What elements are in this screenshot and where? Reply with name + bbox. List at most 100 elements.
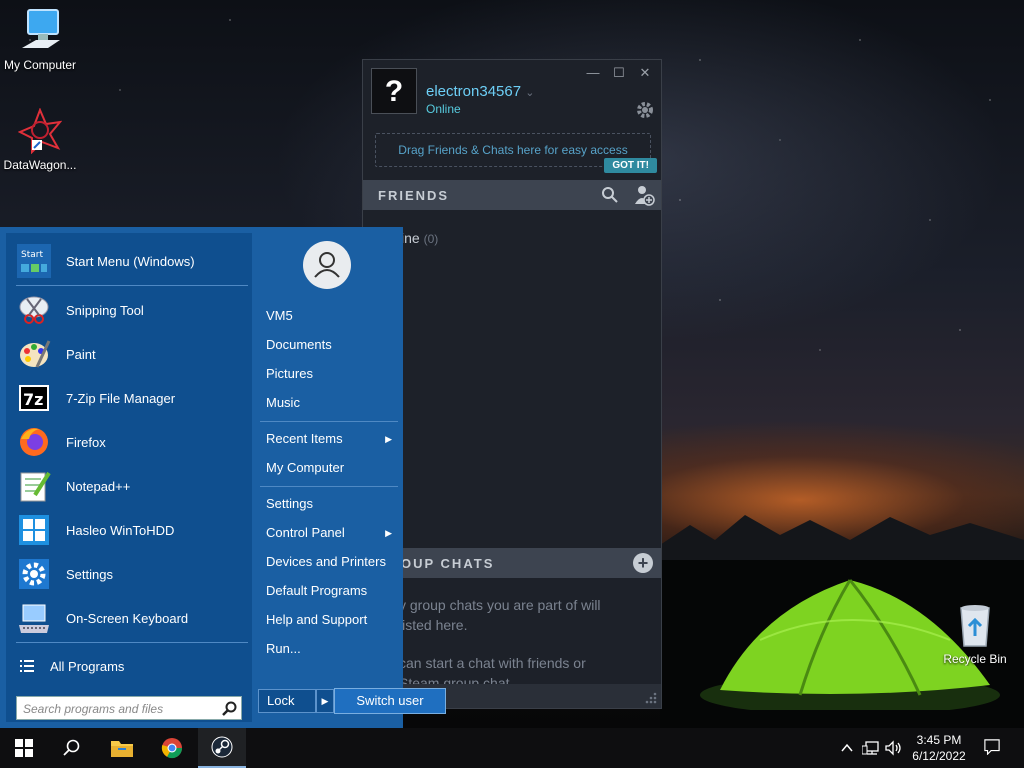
scissors-icon bbox=[16, 292, 52, 328]
avatar[interactable]: ? bbox=[371, 68, 417, 114]
desktop-icon-label: DataWagon... bbox=[3, 158, 77, 172]
gear-icon[interactable] bbox=[635, 100, 655, 120]
start-link-help-support[interactable]: Help and Support bbox=[266, 608, 396, 632]
friends-header-label: FRIENDS bbox=[378, 188, 450, 203]
7zip-icon: 7z bbox=[16, 380, 52, 416]
chevron-right-icon: ▶ bbox=[385, 528, 392, 538]
desktop-icon-label: Recycle Bin bbox=[943, 652, 1007, 666]
start-button[interactable] bbox=[0, 728, 48, 768]
start-link-label: Control Panel bbox=[266, 525, 345, 540]
svg-text:Start: Start bbox=[21, 250, 43, 260]
resize-grip-icon[interactable] bbox=[643, 690, 657, 704]
divider bbox=[260, 421, 398, 422]
group-text-line: y group chats you are part of will bbox=[399, 597, 601, 613]
online-section[interactable]: ine (0) bbox=[401, 230, 438, 246]
got-it-button[interactable]: GOT IT! bbox=[604, 158, 657, 173]
windows-logo-icon bbox=[15, 739, 33, 757]
close-button[interactable]: ✕ bbox=[635, 64, 655, 82]
start-link-pictures[interactable]: Pictures bbox=[266, 362, 396, 386]
start-link-documents[interactable]: Documents bbox=[266, 333, 396, 357]
start-item-label: Snipping Tool bbox=[66, 302, 144, 318]
network-icon[interactable] bbox=[862, 740, 880, 756]
power-options-arrow-button[interactable]: ▶ bbox=[316, 689, 334, 713]
search-input[interactable] bbox=[23, 700, 213, 717]
start-item-start-menu-windows[interactable]: Start Start Menu (Windows) bbox=[16, 241, 252, 281]
taskbar-file-explorer[interactable] bbox=[98, 728, 146, 768]
taskbar-clock[interactable]: 3:45 PM 6/12/2022 bbox=[904, 732, 974, 764]
start-item-on-screen-keyboard[interactable]: On-Screen Keyboard bbox=[16, 598, 252, 638]
group-text-line: can start a chat with friends or bbox=[399, 655, 586, 671]
lock-button[interactable]: Lock bbox=[258, 689, 316, 713]
add-friend-icon[interactable] bbox=[633, 184, 655, 206]
start-link-my-computer[interactable]: My Computer bbox=[266, 456, 396, 480]
chrome-icon bbox=[161, 738, 183, 759]
add-group-chat-icon[interactable]: + bbox=[633, 553, 653, 573]
start-link-recent-items[interactable]: Recent Items ▶ bbox=[266, 427, 396, 451]
status-text: Online bbox=[426, 102, 461, 116]
user-avatar[interactable] bbox=[303, 241, 351, 289]
search-icon bbox=[63, 739, 80, 756]
minimize-button[interactable]: — bbox=[583, 64, 603, 82]
paint-palette-icon bbox=[16, 336, 52, 372]
start-link-default-programs[interactable]: Default Programs bbox=[266, 579, 396, 603]
online-label: ine bbox=[401, 230, 420, 246]
list-icon bbox=[20, 660, 34, 672]
clock-time: 3:45 PM bbox=[916, 733, 962, 747]
user-icon bbox=[314, 252, 340, 278]
start-link-music[interactable]: Music bbox=[266, 391, 396, 415]
start-item-notepad-plus-plus[interactable]: Notepad++ bbox=[16, 466, 252, 506]
start-link-run[interactable]: Run... bbox=[266, 637, 396, 661]
datawagon-icon bbox=[18, 108, 62, 154]
start-item-paint[interactable]: Paint bbox=[16, 334, 252, 374]
chevron-up-icon[interactable] bbox=[840, 740, 854, 756]
keyboard-icon bbox=[16, 600, 52, 636]
steam-friends-window[interactable]: — ☐ ✕ ? electron34567 ⌄ Online Drag Frie… bbox=[362, 59, 662, 709]
recycle-bin-icon bbox=[960, 605, 990, 647]
username-dropdown[interactable]: electron34567 ⌄ bbox=[426, 83, 534, 100]
volume-icon[interactable] bbox=[885, 740, 903, 756]
online-count: (0) bbox=[423, 232, 439, 246]
start-menu-places-pane: VM5 Documents Pictures Music Recent Item… bbox=[258, 227, 403, 728]
steam-icon bbox=[211, 736, 233, 758]
all-programs-button[interactable]: All Programs bbox=[20, 655, 124, 677]
computer-icon bbox=[22, 9, 60, 48]
chevron-right-icon: ▶ bbox=[385, 434, 392, 444]
search-icon[interactable] bbox=[222, 701, 237, 716]
start-item-hasleo-wintohdd[interactable]: Hasleo WinToHDD bbox=[16, 510, 252, 550]
start-menu-programs-pane: Start Start Menu (Windows) Snipping Tool… bbox=[6, 233, 252, 722]
taskbar-chrome[interactable] bbox=[148, 728, 196, 768]
search-box bbox=[16, 696, 242, 720]
maximize-button[interactable]: ☐ bbox=[609, 64, 629, 82]
start-item-firefox[interactable]: Firefox bbox=[16, 422, 252, 462]
start-link-control-panel[interactable]: Control Panel ▶ bbox=[266, 521, 396, 545]
notification-icon[interactable] bbox=[983, 739, 1001, 755]
desktop-icon-my-computer[interactable]: My Computer bbox=[0, 8, 80, 72]
switch-user-button[interactable]: Switch user bbox=[334, 688, 446, 714]
start-item-7zip[interactable]: 7z 7-Zip File Manager bbox=[16, 378, 252, 418]
start-item-label: Firefox bbox=[66, 434, 106, 450]
group-chats-header-label: OUP CHATS bbox=[401, 556, 495, 571]
clock-date: 6/12/2022 bbox=[912, 749, 966, 763]
settings-gear-icon bbox=[16, 556, 52, 592]
start-item-label: Notepad++ bbox=[66, 478, 131, 494]
group-chats-header: OUP CHATS + bbox=[363, 548, 661, 578]
start-link-settings[interactable]: Settings bbox=[266, 492, 396, 516]
desktop-icon-recycle-bin[interactable]: Recycle Bin bbox=[935, 602, 1015, 666]
all-programs-label: All Programs bbox=[50, 658, 125, 674]
search-icon[interactable] bbox=[601, 186, 619, 204]
start-item-snipping-tool[interactable]: Snipping Tool bbox=[16, 290, 252, 330]
start-link-label: Recent Items bbox=[266, 431, 343, 446]
start-item-label: On-Screen Keyboard bbox=[66, 610, 189, 626]
start-link-devices-printers[interactable]: Devices and Printers bbox=[266, 550, 396, 574]
taskbar-steam[interactable] bbox=[198, 728, 246, 768]
friends-header: FRIENDS bbox=[363, 180, 661, 210]
taskbar-search-button[interactable] bbox=[48, 728, 96, 768]
desktop-icon-datawagon[interactable]: DataWagon... bbox=[0, 108, 80, 172]
divider bbox=[16, 642, 248, 643]
start-item-settings[interactable]: Settings bbox=[16, 554, 252, 594]
desktop-icon-label: My Computer bbox=[3, 58, 77, 72]
start-item-label: Start Menu (Windows) bbox=[66, 253, 195, 269]
start-link-user-folder[interactable]: VM5 bbox=[266, 304, 396, 328]
start-menu: Start Start Menu (Windows) Snipping Tool… bbox=[0, 227, 403, 728]
taskbar: 3:45 PM 6/12/2022 bbox=[0, 728, 1024, 768]
